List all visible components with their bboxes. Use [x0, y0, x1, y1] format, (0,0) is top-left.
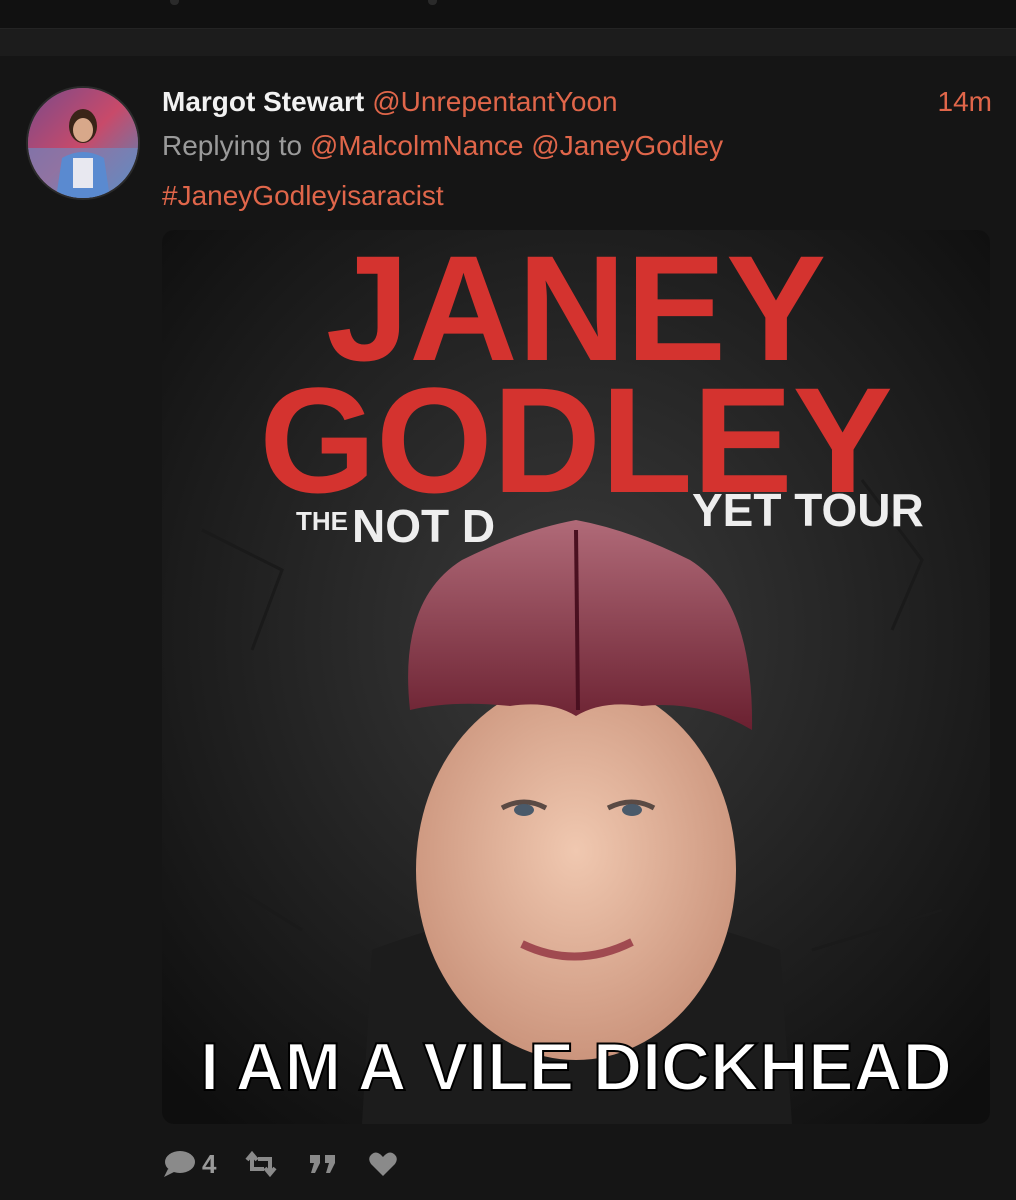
- mention-link[interactable]: @JaneyGodley: [531, 130, 723, 161]
- mention-link[interactable]: @MalcolmNance: [310, 130, 524, 161]
- poster-subtitle-right: YET TOUR: [692, 484, 924, 536]
- poster-caption: I AM A VILE DICKHEAD: [200, 1029, 952, 1105]
- tweet-header: Margot Stewart @UnrepentantYoon 14m: [162, 84, 992, 120]
- previous-tweet-edge: [0, 0, 1016, 28]
- timeline-divider: [0, 28, 1016, 58]
- avatar[interactable]: [26, 86, 140, 200]
- reply-button[interactable]: 4: [162, 1149, 216, 1180]
- author-handle[interactable]: @UnrepentantYoon: [372, 86, 617, 117]
- quote-icon: [310, 1155, 336, 1173]
- replying-to: Replying to @MalcolmNance @JaneyGodley: [162, 128, 723, 164]
- hashtag-link[interactable]: #JaneyGodleyisaracist: [162, 178, 444, 214]
- previous-tweet-icon-fragment: [428, 0, 437, 5]
- tweet-actions: 4: [162, 1146, 562, 1182]
- poster-image: JANEY GODLEY THE NOT D YET TOUR I AM A V…: [162, 230, 990, 1124]
- poster-subtitle-the: THE: [296, 506, 348, 536]
- previous-tweet-icon-fragment: [170, 0, 179, 5]
- reply-count: 4: [202, 1148, 217, 1179]
- heart-icon: [369, 1152, 398, 1176]
- retweet-button[interactable]: [244, 1151, 278, 1177]
- figure-face: [416, 680, 736, 1060]
- like-button[interactable]: [368, 1150, 398, 1178]
- poster-subtitle-left: NOT D: [352, 500, 495, 552]
- retweet-icon: [245, 1151, 278, 1177]
- tweet-image[interactable]: JANEY GODLEY THE NOT D YET TOUR I AM A V…: [162, 230, 990, 1124]
- avatar-photo: [28, 88, 138, 198]
- tweet[interactable]: Margot Stewart @UnrepentantYoon 14m Reply…: [0, 56, 1016, 1200]
- quote-button[interactable]: [306, 1151, 340, 1177]
- author-name[interactable]: Margot Stewart: [162, 86, 364, 117]
- replying-to-label: Replying to: [162, 130, 303, 161]
- timestamp[interactable]: 14m: [938, 84, 992, 120]
- speech-bubble-icon: [164, 1151, 195, 1177]
